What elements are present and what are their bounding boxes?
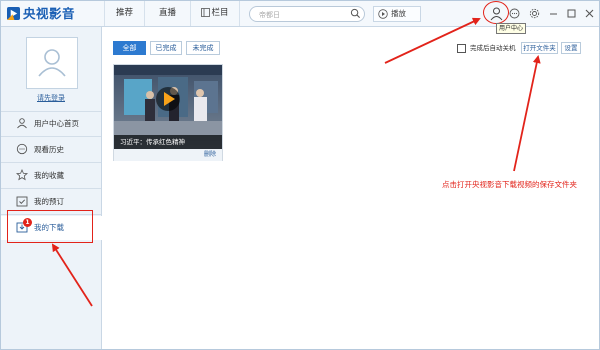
sidebar-divider [1,188,101,189]
auto-shutdown-checkbox[interactable] [457,44,466,53]
gear-icon[interactable] [529,8,540,19]
filter-completed-button[interactable]: 已完成 [150,41,182,55]
avatar[interactable] [26,37,78,89]
sidebar: 请先登录 用户中心首页 观看历史 我的收藏 我的预订 1 我的下载 [1,27,102,349]
highlight-rectangle [7,210,93,243]
sidebar-item-label: 我的收藏 [34,171,64,180]
sidebar-item-label: 用户中心首页 [34,119,79,128]
calendar-check-icon [16,196,28,207]
star-icon [16,169,28,181]
open-folder-button[interactable]: 打开文件夹 [521,42,558,54]
play-button[interactable]: 播放 [373,6,421,22]
delete-link[interactable]: 删除 [204,150,216,160]
minimize-icon[interactable] [548,8,559,19]
sidebar-divider [1,136,101,137]
logo-play-icon [7,7,20,20]
video-thumbnail[interactable]: 习近平：传承红色精神 [114,65,222,149]
app-window: 央视影音 推荐 直播 栏目 播放 [0,0,600,350]
nav-tab-recommend[interactable]: 推荐 [104,1,144,26]
auto-shutdown-label: 完成后自动关机 [470,44,516,52]
user-center-tooltip: 用户中心 [496,23,527,34]
card-footer: 删除 [114,149,222,161]
search-icon[interactable] [350,8,361,19]
sidebar-item-user-home[interactable]: 用户中心首页 [1,112,101,135]
caption-bar: 习近平：传承红色精神 [114,135,222,149]
maximize-icon[interactable] [566,8,577,19]
search-box [249,6,365,22]
filter-incomplete-button[interactable]: 未完成 [186,41,220,55]
search-input[interactable] [259,9,349,20]
highlight-circle [483,1,509,24]
close-icon[interactable] [584,8,595,19]
sidebar-divider [1,162,101,163]
user-icon [17,118,27,129]
sidebar-item-favorites[interactable]: 我的收藏 [1,164,101,187]
download-item-card[interactable]: 习近平：传承红色精神 删除 [113,64,223,161]
grid-icon [201,8,211,17]
avatar-placeholder-icon [38,49,66,77]
login-link[interactable]: 请先登录 [1,93,101,103]
app-logo[interactable]: 央视影音 [7,6,97,22]
logo-text: 央视影音 [23,6,76,21]
sidebar-item-label: 观看历史 [34,145,64,154]
arrow-to-open-folder [513,55,541,172]
nav-tab-columns-label: 栏目 [211,8,229,18]
filter-all-button[interactable]: 全部 [113,41,146,55]
history-icon [16,143,28,155]
play-button-label: 播放 [391,9,406,18]
sidebar-item-history[interactable]: 观看历史 [1,138,101,161]
play-circle-icon [378,9,388,19]
annotation-text: 点击打开央视影音下载视频的保存文件夹 [442,180,577,189]
settings-button[interactable]: 设置 [561,42,581,54]
video-title: 习近平：传承红色精神 [120,138,185,146]
nav-tab-columns[interactable]: 栏目 [190,1,240,26]
message-icon[interactable] [509,8,520,19]
nav-tab-live[interactable]: 直播 [144,1,190,26]
